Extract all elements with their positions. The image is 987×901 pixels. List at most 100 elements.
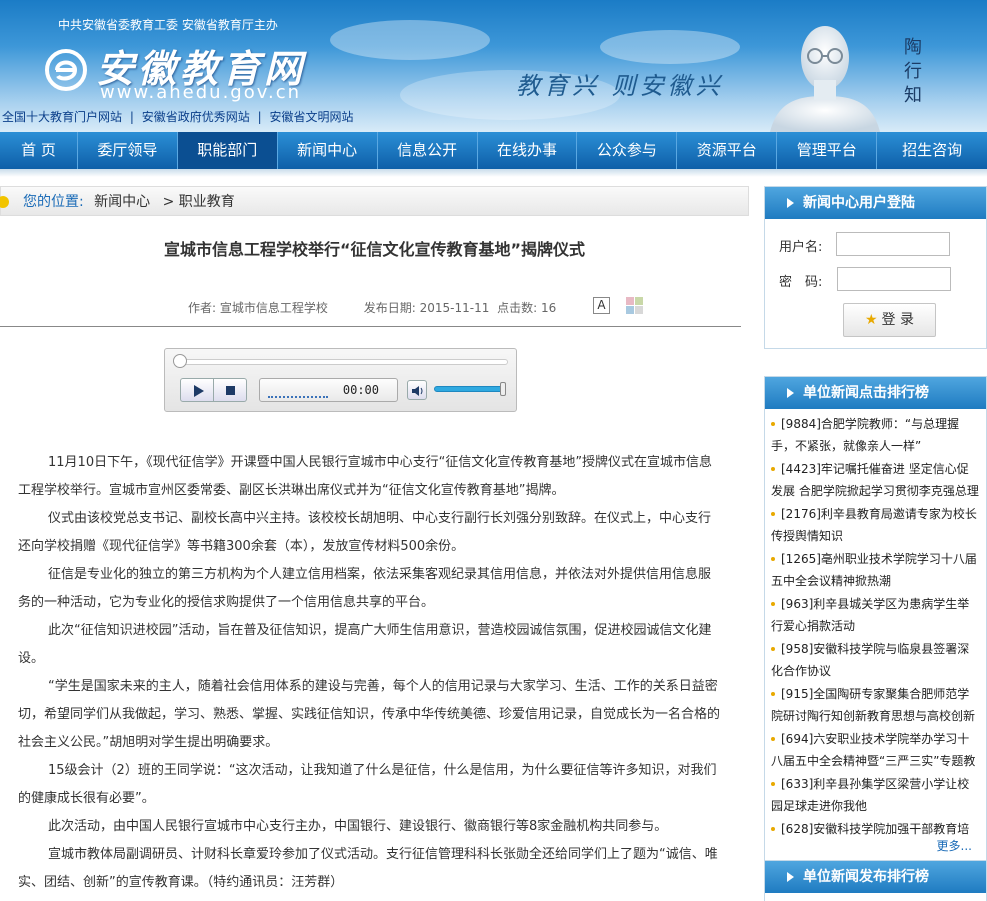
rank-item-link[interactable]: [628]安徽科技学院加强干部教育培 [781, 822, 969, 836]
nav-item-leaders[interactable]: 委厅领导 [78, 132, 178, 169]
rank-item-link[interactable]: [9884]合肥学院教师：“与总理握手，不紧张，就像亲人一样” [771, 417, 959, 453]
rank-item[interactable]: [915]全国陶研专家聚集合肥师范学院研讨陶行知创新教育思想与高校创新 [771, 683, 980, 728]
login-box-title: 新闻中心用户登陆 [803, 195, 915, 211]
nav-item-admission[interactable]: 招生咨询 [877, 132, 987, 169]
bullet-icon [771, 422, 775, 426]
breadcrumb-link-news[interactable]: 新闻中心 [94, 194, 150, 210]
article-paragraph: 15级会计（2）班的王同学说：“这次活动，让我知道了什么是征信，什么是信用，为什… [18, 763, 717, 806]
article-paragraph: 仪式由该校党总支书记、副校长高中兴主持。该校校长胡旭明、中心支行副行长刘强分别致… [18, 511, 712, 554]
rank-item-link[interactable]: [1265]亳州职业技术学院学习十八届五中全会议精神掀热潮 [771, 552, 977, 588]
article-meta: 作者: 宣城市信息工程学校 发布日期: 2015-11-11 点击数: 16 [188, 299, 556, 316]
divider [0, 326, 741, 327]
stop-button[interactable] [214, 378, 247, 402]
star-icon: ★ [864, 312, 878, 328]
rank-item-link[interactable]: [633]利辛县孙集学区梁营小学让校园足球走进你我他 [771, 777, 969, 813]
breadcrumb: 您的位置: 新闻中心 > 职业教育 [0, 186, 749, 216]
publish-rank-header: 单位新闻发布排行榜 [765, 861, 986, 893]
font-size-toggle[interactable]: A [593, 297, 610, 314]
article-paragraph: 11月10日下午，《现代征信学》开课暨中国人民银行宣城市中心支行“征信文化宣传教… [18, 455, 713, 498]
cloud-decoration [330, 20, 490, 60]
nav-item-news[interactable]: 新闻中心 [278, 132, 378, 169]
link-separator: | [129, 110, 134, 124]
volume-icon [412, 386, 423, 396]
tao-xingzhi-bust-image [770, 26, 880, 132]
rank-item[interactable]: [958]安徽科技学院与临泉县签署深化合作协议 [771, 638, 980, 683]
volume-slider[interactable] [434, 386, 506, 392]
rank-item[interactable]: [9884]合肥学院教师：“与总理握手，不紧张，就像亲人一样” [771, 413, 980, 458]
rank-item-link[interactable]: [4423]牢记嘱托催奋进 坚定信心促发展 合肥学院掀起学习贯彻李克强总理 [771, 462, 979, 498]
publish-date: 2015-11-11 [419, 301, 490, 315]
rank-item[interactable]: [694]六安职业技术学院举办学习十八届五中全会精神暨“三严三实”专题教 [771, 728, 980, 773]
nav-item-departments[interactable]: 职能部门 [177, 132, 278, 169]
author-label: 作者: [188, 301, 217, 315]
header-link[interactable]: 全国十大教育门户网站 [2, 110, 122, 124]
bullet-icon [771, 782, 775, 786]
main-nav: 首 页 委厅领导 职能部门 新闻中心 信息公开 在线办事 公众参与 资源平台 管… [0, 132, 987, 169]
seek-handle[interactable] [173, 354, 187, 368]
breadcrumb-link-vocational[interactable]: > 职业教育 [163, 194, 235, 210]
background-color-icon[interactable] [626, 297, 643, 314]
stop-icon [226, 386, 235, 395]
article-paragraph: 宣城市教体局副调研员、计财科长章爱玲参加了仪式活动。支行征信管理科科长张勋全还给… [18, 847, 718, 890]
rank-item[interactable]: [4423]牢记嘱托催奋进 坚定信心促发展 合肥学院掀起学习贯彻李克强总理 [771, 458, 980, 503]
nav-item-participation[interactable]: 公众参与 [577, 132, 678, 169]
nav-item-resources[interactable]: 资源平台 [677, 132, 778, 169]
nav-item-management[interactable]: 管理平台 [777, 132, 878, 169]
rank-item[interactable]: [1265]亳州职业技术学院学习十八届五中全会议精神掀热潮 [771, 548, 980, 593]
buffer-indicator [268, 396, 328, 398]
rank-item-link[interactable]: [2176]利辛县教育局邀请专家为校长传授舆情知识 [771, 507, 977, 543]
header-links: 全国十大教育门户网站 | 安徽省政府优秀网站 | 安徽省文明网站 [0, 108, 355, 125]
password-row: 密 码: [779, 267, 951, 291]
username-input[interactable] [836, 232, 950, 256]
bullet-icon [771, 602, 775, 606]
login-box: 新闻中心用户登陆 用户名: 密 码: ★ 登 录 [764, 186, 987, 349]
publish-rank-box: 单位新闻发布排行榜 [764, 860, 987, 901]
volume-handle[interactable] [500, 382, 506, 396]
logo-e-icon[interactable] [44, 48, 88, 92]
article-paragraph: 此次“征信知识进校园”活动，旨在普及征信知识，提高广大师生信用意识，营造校园诚信… [18, 623, 712, 666]
arrow-right-icon [787, 388, 794, 398]
password-input[interactable] [837, 267, 951, 291]
click-rank-box: 单位新闻点击排行榜 [9884]合肥学院教师：“与总理握手，不紧张，就像亲人一样… [764, 376, 987, 861]
rank-item[interactable]: [2176]利辛县教育局邀请专家为校长传授舆情知识 [771, 503, 980, 548]
author: 宣城市信息工程学校 [219, 301, 328, 315]
rank-item-link[interactable]: [915]全国陶研专家聚集合肥师范学院研讨陶行知创新教育思想与高校创新 [771, 687, 975, 723]
click-rank-header: 单位新闻点击排行榜 [765, 377, 986, 409]
seek-bar[interactable] [175, 359, 508, 365]
portrait-name: 陶行知 [904, 37, 922, 106]
bullet-icon [771, 692, 775, 696]
password-label: 密 码: [779, 275, 823, 290]
bullet-icon [771, 737, 775, 741]
login-button[interactable]: ★ 登 录 [843, 303, 936, 337]
nav-shadow [0, 169, 987, 177]
slogan: 教育兴 则安徽兴 [516, 72, 724, 100]
article-paragraph: 此次活动，由中国人民银行宣城市中心支行主办，中国银行、建设银行、徽商银行等8家金… [48, 819, 668, 834]
article-title: 宣城市信息工程学校举行“征信文化宣传教育基地”揭牌仪式 [163, 240, 586, 259]
more-link[interactable]: 更多... [937, 837, 972, 854]
arrow-right-icon [787, 872, 794, 882]
time-text: 00:00 [342, 383, 379, 397]
sponsor-text: 中共安徽省委教育工委 安徽省教育厅主办 [58, 18, 278, 32]
publish-rank-title: 单位新闻发布排行榜 [803, 869, 929, 885]
mute-button[interactable] [407, 380, 427, 400]
bullet-icon [771, 557, 775, 561]
bullet-icon [771, 512, 775, 516]
clicks-label: 点击数: [497, 301, 538, 315]
site-header: 中共安徽省委教育工委 安徽省教育厅主办 安徽教育网 www.ahedu.gov.… [0, 0, 987, 132]
rank-item[interactable]: [633]利辛县孙集学区梁营小学让校园足球走进你我他 [771, 773, 980, 818]
play-button[interactable] [180, 378, 214, 402]
nav-item-info-public[interactable]: 信息公开 [378, 132, 478, 169]
click-count: 16 [541, 301, 557, 315]
audio-player: 00:00 [164, 348, 517, 412]
rank-item-link[interactable]: [958]安徽科技学院与临泉县签署深化合作协议 [771, 642, 969, 678]
header-link[interactable]: 安徽省政府优秀网站 [142, 110, 250, 124]
play-icon [194, 385, 204, 397]
header-link[interactable]: 安徽省文明网站 [269, 110, 353, 124]
login-box-header: 新闻中心用户登陆 [765, 187, 986, 219]
rank-item-link[interactable]: [963]利辛县城关学区为患病学生举行爱心捐款活动 [771, 597, 969, 633]
rank-item[interactable]: [963]利辛县城关学区为患病学生举行爱心捐款活动 [771, 593, 980, 638]
username-label: 用户名: [779, 240, 823, 255]
rank-item-link[interactable]: [694]六安职业技术学院举办学习十八届五中全会精神暨“三严三实”专题教 [771, 732, 975, 768]
nav-item-home[interactable]: 首 页 [0, 132, 78, 169]
nav-item-online-service[interactable]: 在线办事 [478, 132, 578, 169]
